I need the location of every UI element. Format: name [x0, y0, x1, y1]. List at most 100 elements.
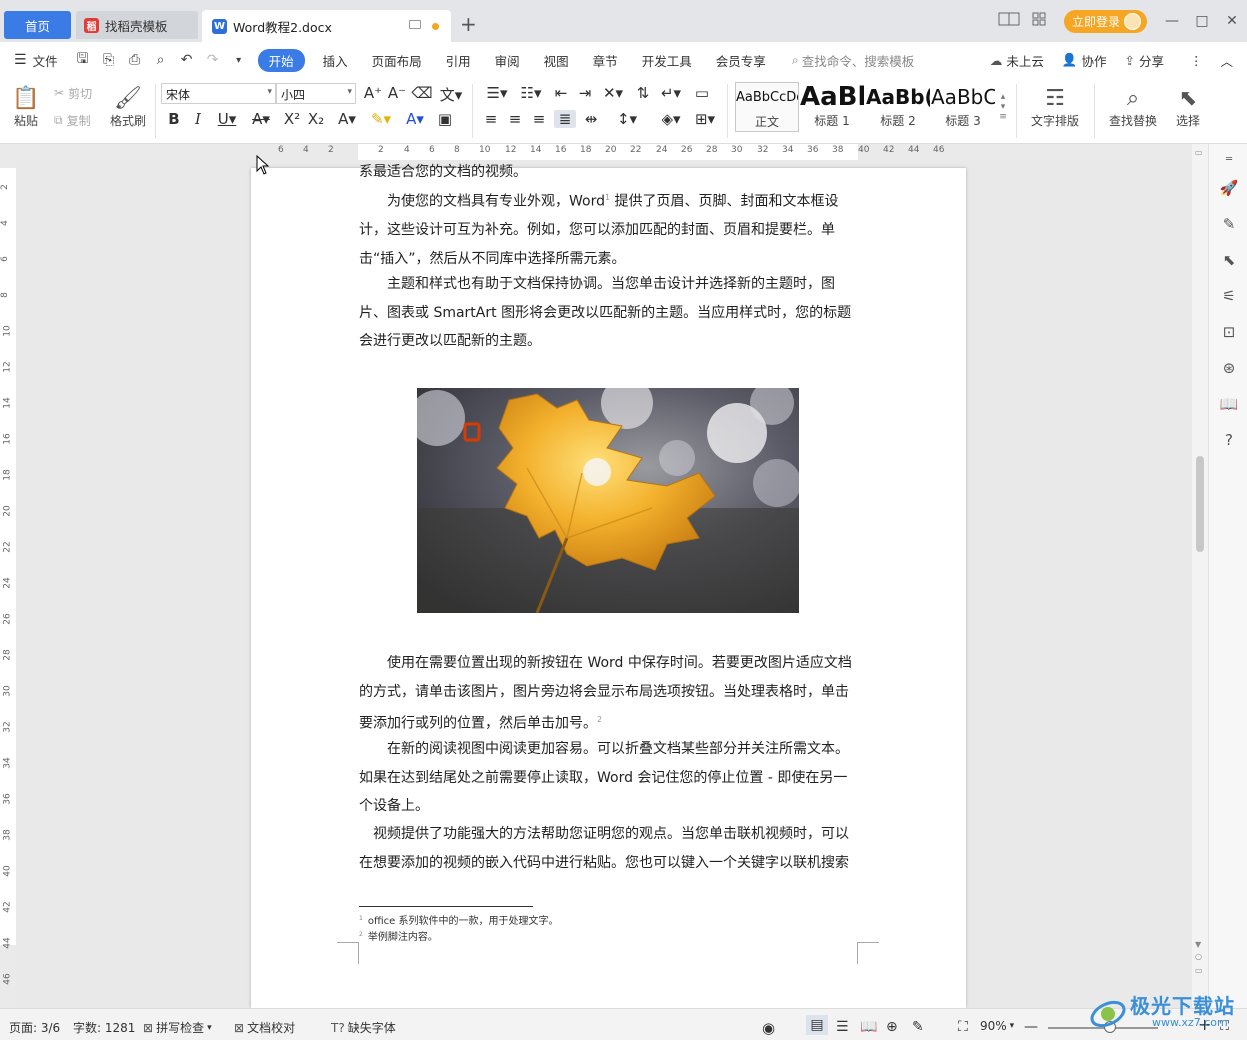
vertical-scrollbar[interactable]: ▭ ▼ ○ ▭: [1192, 144, 1208, 1008]
bold-icon[interactable]: B: [163, 110, 185, 128]
undo-icon[interactable]: ↶: [174, 52, 200, 68]
chinese-layout-icon[interactable]: ✕▾: [598, 84, 628, 102]
close-button[interactable]: ✕: [1217, 13, 1247, 29]
format-painter-button[interactable]: 🖌 格式刷: [108, 82, 148, 132]
quick-access-dropdown-icon[interactable]: ▾: [226, 55, 252, 66]
footnote-ref[interactable]: 2: [597, 715, 602, 724]
help-icon[interactable]: ?: [1219, 430, 1239, 450]
menu-member[interactable]: 会员专享: [704, 51, 778, 70]
strikethrough-icon[interactable]: A▾: [246, 110, 276, 128]
prev-page-icon[interactable]: ○: [1195, 952, 1202, 961]
zoom-level[interactable]: 90% ▾: [980, 1019, 1014, 1033]
char-border-icon[interactable]: ▣: [434, 110, 456, 128]
find-replace-button[interactable]: ⌕ 查找替换: [1102, 82, 1164, 132]
text-layout-button[interactable]: ☶ 文字排版: [1024, 82, 1086, 132]
justify-icon[interactable]: ≣: [554, 110, 576, 128]
cursor-select-icon[interactable]: ⬉: [1219, 250, 1239, 270]
menu-file[interactable]: ☰ 文件: [0, 51, 70, 70]
table-lines-icon[interactable]: ▭: [691, 84, 713, 102]
tab-document[interactable]: W Word教程2.docx: [202, 10, 451, 42]
eye-protection-icon[interactable]: ◉: [762, 1019, 775, 1037]
superscript-icon[interactable]: X²: [281, 110, 303, 128]
minimize-button[interactable]: —: [1157, 13, 1187, 29]
font-name-select[interactable]: 宋体 ▾: [161, 83, 276, 104]
clear-format-icon[interactable]: ⌫: [411, 84, 433, 102]
next-page-icon[interactable]: ▭: [1195, 966, 1203, 975]
print-icon[interactable]: ⎙: [122, 52, 148, 68]
menu-references[interactable]: 引用: [434, 51, 483, 70]
style-heading-3[interactable]: AaBbC 标题 3: [931, 82, 995, 132]
redo-icon[interactable]: ↷: [200, 52, 226, 68]
reading-view-icon[interactable]: 📖: [860, 1019, 877, 1035]
menu-review[interactable]: 审阅: [483, 51, 532, 70]
align-left-icon[interactable]: ≡: [480, 110, 502, 128]
pen-icon[interactable]: ✎: [1219, 214, 1239, 234]
line-spacing-icon[interactable]: ↕▾: [612, 110, 642, 128]
paste-button[interactable]: 📋 粘贴: [8, 82, 44, 132]
word-count[interactable]: 字数: 1281: [73, 1019, 135, 1036]
page-indicator[interactable]: 页面: 3/6: [9, 1019, 60, 1036]
menu-chapter[interactable]: 章节: [581, 51, 630, 70]
select-button[interactable]: ⬉ 选择: [1168, 82, 1208, 132]
document-page[interactable]: 系最适合您的文档的视频。 为使您的文档具有专业外观，Word1 提供了页眉、页脚…: [251, 164, 966, 1008]
shading-icon[interactable]: ◈▾: [656, 110, 686, 128]
style-heading-2[interactable]: AaBb( 标题 2: [866, 82, 930, 132]
collaborate-button[interactable]: 👤 协作: [1062, 51, 1107, 70]
outline-view-icon[interactable]: ☰: [836, 1019, 849, 1035]
spell-check-button[interactable]: ⊠ 拼写检查 ▾: [143, 1019, 212, 1036]
more-options-icon[interactable]: ⋮: [1190, 53, 1203, 68]
compass-icon[interactable]: ⊛: [1219, 358, 1239, 378]
tab-home[interactable]: 首页: [4, 11, 71, 39]
decrease-font-icon[interactable]: A⁻: [386, 84, 408, 102]
sliders-icon[interactable]: ⚟: [1219, 286, 1239, 306]
text-effect-icon[interactable]: A▾: [332, 110, 362, 128]
subscript-icon[interactable]: X₂: [305, 110, 327, 128]
web-view-icon[interactable]: ⊕: [886, 1019, 898, 1035]
scrollbar-thumb[interactable]: [1196, 456, 1204, 552]
print-preview-icon[interactable]: ⌕: [148, 52, 174, 68]
cloud-status[interactable]: ☁ 未上云: [990, 51, 1044, 70]
rocket-icon[interactable]: 🚀: [1219, 178, 1239, 198]
underline-icon[interactable]: U▾: [212, 110, 242, 128]
bullet-list-icon[interactable]: ☰▾: [482, 84, 512, 102]
highlight-icon[interactable]: ✎▾: [366, 110, 396, 128]
paragraph-mark-icon[interactable]: ↵▾: [656, 84, 686, 102]
image-edit-icon[interactable]: ⊡: [1219, 322, 1239, 342]
tab-daoke-templates[interactable]: 稻 找稻壳模板: [76, 11, 198, 39]
export-pdf-icon[interactable]: ⎘: [96, 52, 122, 68]
monitor-icon[interactable]: [409, 20, 421, 29]
styles-scroll[interactable]: ▴ ▾ ≡: [997, 84, 1009, 130]
menu-page-layout[interactable]: 页面布局: [360, 51, 434, 70]
vertical-ruler[interactable]: 2 4 6 8 10 12 14 16 18 20 22 24 26 28 30 32 34 36 38 40 42 44…: [0, 160, 16, 1021]
new-tab-button[interactable]: +: [460, 12, 477, 36]
cut-button[interactable]: ✂ 剪切: [54, 84, 92, 102]
maple-leaf-image[interactable]: [417, 388, 799, 613]
login-button[interactable]: 立即登录: [1063, 9, 1147, 33]
align-right-icon[interactable]: ≡: [528, 110, 550, 128]
book-icon[interactable]: 📖: [1219, 394, 1239, 414]
align-center-icon[interactable]: ≡: [504, 110, 526, 128]
menu-start[interactable]: 开始: [257, 48, 305, 72]
font-size-select[interactable]: 小四 ▾: [276, 83, 356, 104]
maximize-button[interactable]: □: [1187, 13, 1217, 29]
font-color-icon[interactable]: A▾: [400, 110, 430, 128]
proofread-button[interactable]: ⊠ 文档校对: [234, 1019, 295, 1036]
write-mode-icon[interactable]: ✎: [912, 1019, 924, 1035]
apps-grid-icon[interactable]: [1024, 12, 1054, 30]
style-heading-1[interactable]: AaBl 标题 1: [800, 82, 864, 132]
panel-handle-icon[interactable]: ═: [1219, 150, 1239, 170]
phonetic-guide-icon[interactable]: 文▾: [436, 84, 466, 105]
style-normal[interactable]: AaBbCcDd 正文: [735, 82, 799, 132]
menu-insert[interactable]: 插入: [311, 51, 360, 70]
increase-indent-icon[interactable]: ⇥: [574, 84, 596, 102]
scroll-down-arrow-icon[interactable]: ▼: [1195, 940, 1201, 949]
share-button[interactable]: ⇪ 分享: [1124, 51, 1164, 70]
copy-button[interactable]: ⧉ 复制: [54, 111, 91, 129]
borders-icon[interactable]: ⊞▾: [690, 110, 720, 128]
zoom-out-button[interactable]: —: [1024, 1019, 1038, 1035]
italic-icon[interactable]: I: [187, 110, 209, 128]
missing-font-button[interactable]: T? 缺失字体: [331, 1019, 396, 1036]
decrease-indent-icon[interactable]: ⇤: [550, 84, 572, 102]
menu-developer[interactable]: 开发工具: [630, 51, 704, 70]
scroll-top-icon[interactable]: ▭: [1195, 148, 1203, 157]
